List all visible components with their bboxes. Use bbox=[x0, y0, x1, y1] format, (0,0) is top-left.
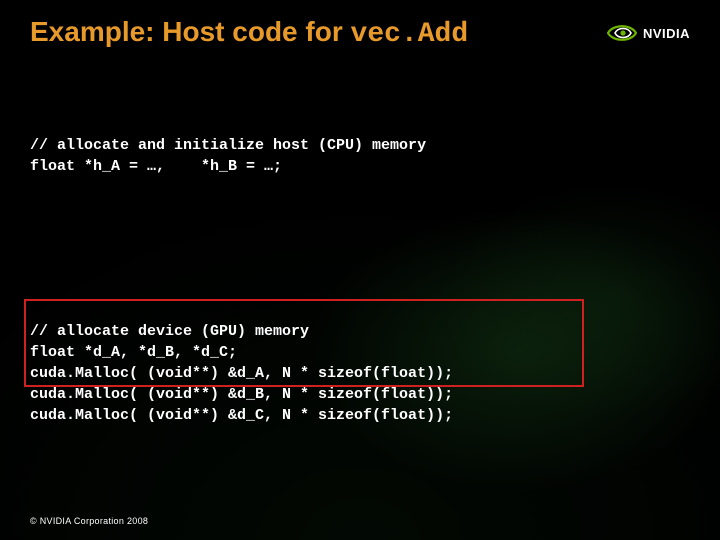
code-line: cuda.Malloc( (void**) &d_B, N * sizeof(f… bbox=[30, 386, 453, 403]
code-line: cuda.Malloc( (void**) &d_C, N * sizeof(f… bbox=[30, 407, 453, 424]
code-para-memcpy: // copy host memory to device cuda.Memcp… bbox=[30, 528, 690, 540]
title-prefix: Example: Host code for bbox=[30, 16, 351, 47]
slide: Example: Host code for vec.Add NVIDIA //… bbox=[0, 0, 720, 540]
code-line: // allocate and initialize host (CPU) me… bbox=[30, 137, 426, 154]
code-line: // allocate device (GPU) memory bbox=[30, 323, 309, 340]
nvidia-logo: NVIDIA bbox=[607, 22, 690, 44]
code-para-alloc-host: // allocate and initialize host (CPU) me… bbox=[30, 114, 690, 198]
slide-title: Example: Host code for vec.Add bbox=[30, 16, 468, 50]
code-para-alloc-device: // allocate device (GPU) memory float *d… bbox=[30, 279, 690, 447]
code-line: float *h_A = …, *h_B = …; bbox=[30, 158, 282, 175]
code-line: cuda.Malloc( (void**) &d_A, N * sizeof(f… bbox=[30, 365, 453, 382]
title-row: Example: Host code for vec.Add NVIDIA bbox=[30, 16, 690, 50]
eye-icon bbox=[607, 22, 637, 44]
code-line: float *d_A, *d_B, *d_C; bbox=[30, 344, 237, 361]
logo-text: NVIDIA bbox=[643, 26, 690, 41]
copyright-text: © NVIDIA Corporation 2008 bbox=[30, 516, 148, 526]
code-block: // allocate and initialize host (CPU) me… bbox=[30, 72, 690, 540]
title-code: vec.Add bbox=[351, 19, 469, 50]
